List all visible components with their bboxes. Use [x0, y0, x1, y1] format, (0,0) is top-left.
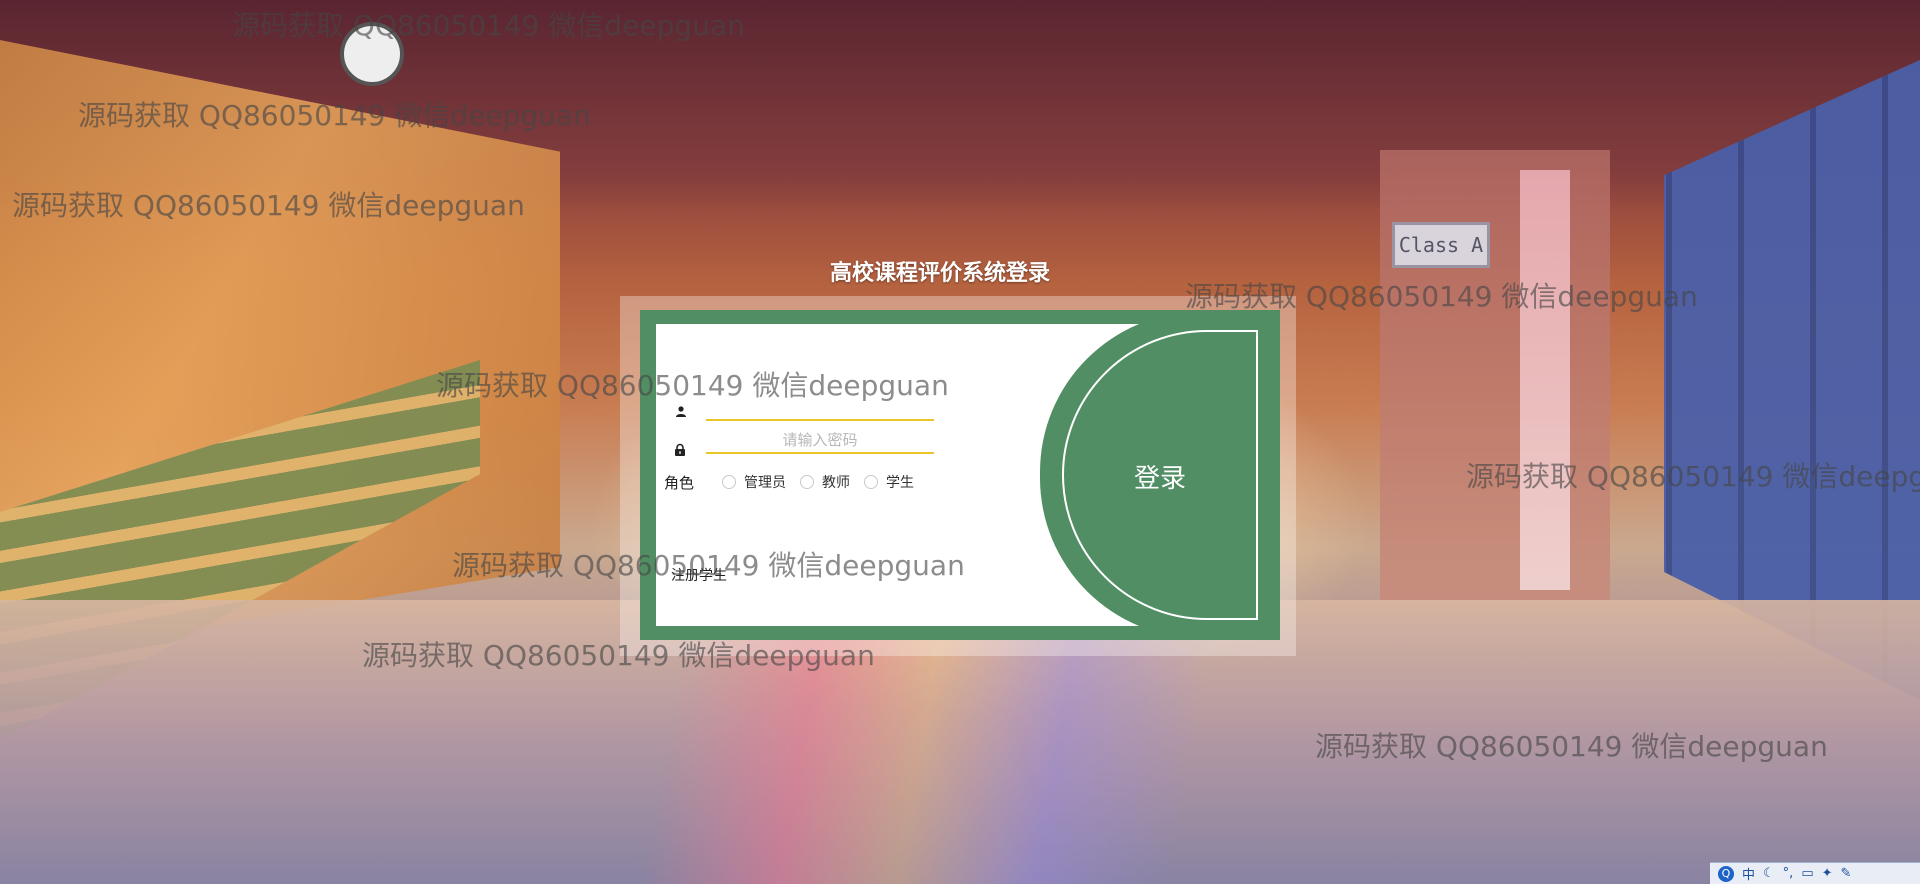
username-input[interactable]: [706, 395, 934, 421]
role-radio-admin[interactable]: 管理员: [722, 472, 786, 492]
moon-icon[interactable]: ☾: [1763, 866, 1775, 881]
radio-circle[interactable]: [722, 475, 736, 489]
punctuation-icon[interactable]: °,: [1783, 866, 1794, 881]
class-sign: Class A: [1392, 222, 1490, 268]
role-option-label: 管理员: [744, 475, 786, 491]
lock-icon: [675, 443, 685, 456]
wall-clock: [340, 22, 404, 86]
settings-icon[interactable]: ✎: [1841, 866, 1852, 881]
role-radio-teacher[interactable]: 教师: [800, 472, 850, 492]
keyboard-icon[interactable]: ▭: [1801, 866, 1813, 881]
system-tray: Q 中 ☾ °, ▭ ✦ ✎: [1710, 862, 1920, 884]
ime-indicator[interactable]: 中: [1742, 864, 1755, 883]
login-button[interactable]: 登录: [1070, 338, 1250, 614]
register-student-link[interactable]: 注册学生: [671, 565, 727, 585]
search-icon[interactable]: Q: [1718, 865, 1734, 882]
role-option-label: 学生: [886, 475, 914, 491]
radio-circle[interactable]: [800, 475, 814, 489]
radio-circle[interactable]: [864, 475, 878, 489]
user-icon: [676, 406, 686, 417]
background-door: [1520, 170, 1570, 590]
role-label: 角色: [664, 474, 695, 492]
page-title: 高校课程评价系统登录: [829, 260, 1050, 286]
toolbox-icon[interactable]: ✦: [1822, 866, 1833, 881]
role-option-label: 教师: [822, 475, 850, 491]
password-input[interactable]: [706, 428, 934, 454]
role-radio-student[interactable]: 学生: [864, 472, 914, 492]
background-right-wall: [1380, 150, 1610, 600]
